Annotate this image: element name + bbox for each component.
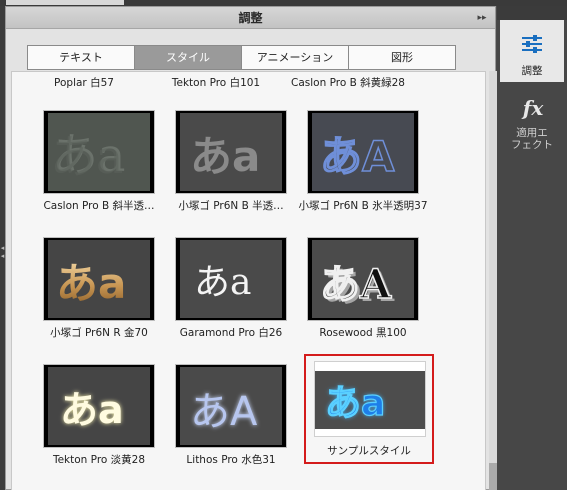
applied-effects-button[interactable]: fx 適用エ フェクト [500, 90, 564, 160]
tab-style[interactable]: スタイル [135, 46, 242, 69]
scrollbar-thumb[interactable] [489, 463, 497, 490]
style-thumbnail: あa あa [43, 364, 155, 448]
style-item-tekton-paleyellow[interactable]: あa あa Tekton Pro 淡黄28 [34, 364, 164, 479]
applied-effects-label-line1: 適用エ [516, 127, 548, 139]
style-item-lithos-lightblue[interactable]: あA あA Lithos Pro 水色31 [166, 364, 296, 479]
style-sample-text: あa [325, 383, 385, 424]
style-sample-text: あA [320, 261, 392, 308]
style-item-caslon-translucent[interactable]: あa あa Caslon Pro B 斜半透… [34, 110, 164, 225]
adjust-tool-label: 調整 [521, 65, 543, 77]
style-item-rosewood-black[interactable]: あA あA Rosewood 黒100 [298, 237, 428, 352]
style-item-label: Rosewood 黒100 [319, 327, 407, 339]
style-thumbnail: あa [43, 237, 155, 321]
tab-animation[interactable]: アニメーション [242, 46, 349, 69]
style-thumbnail: あA [307, 110, 419, 194]
style-sample-text: あA [320, 132, 395, 181]
style-thumbnail: あA あA [175, 364, 287, 448]
style-item-label: 小塚ゴ Pr6N R 金70 [50, 327, 148, 339]
right-toolbar-header [497, 6, 567, 20]
adjust-tool-button[interactable]: 調整 [500, 20, 564, 82]
style-item-label: Lithos Pro 水色31 [186, 454, 276, 466]
tab-bar: テキスト スタイル アニメーション 図形 [27, 45, 456, 70]
top-tab-highlight [6, 0, 124, 5]
panel-title: 調整 [238, 11, 263, 25]
style-thumbnail: あa あa [314, 361, 426, 437]
style-label-poplar: Poplar 白57 [54, 77, 114, 89]
style-item-kozuka-b-ice[interactable]: あA 小塚ゴ Pr6N B 氷半透明37 [298, 110, 428, 225]
tab-text[interactable]: テキスト [28, 46, 135, 69]
style-item-kozuka-r-gold[interactable]: あa 小塚ゴ Pr6N R 金70 [34, 237, 164, 352]
sliders-icon [522, 35, 542, 53]
style-sample-text: あa [194, 262, 251, 303]
style-grid: Poplar 白57 Tekton Pro 白101 Caslon Pro B … [11, 71, 486, 490]
style-item-sample-style-selected[interactable]: あa あa サンプルスタイル [304, 354, 434, 464]
style-sample-text: あA [190, 389, 258, 435]
tab-shape[interactable]: 図形 [349, 46, 455, 69]
style-thumbnail: あa [175, 237, 287, 321]
panel-header: 調整 ▸▸ [6, 7, 495, 29]
style-thumbnail: あA あA [307, 237, 419, 321]
style-sample-text: あa [60, 388, 124, 432]
right-toolbar: 調整 fx 適用エ フェクト [497, 6, 567, 490]
style-item-garamond-white[interactable]: あa Garamond Pro 白26 [166, 237, 296, 352]
style-item-label: 小塚ゴ Pr6N B 半透… [178, 200, 284, 212]
fx-icon: fx [522, 96, 544, 120]
style-thumbnail: あa あa [43, 110, 155, 194]
svg-text:あa: あa [50, 130, 123, 184]
style-item-label: サンプルスタイル [327, 445, 411, 457]
style-sample-text: あa [190, 132, 260, 181]
style-item-label: Tekton Pro 淡黄28 [52, 454, 146, 466]
style-sample-text: あa [56, 259, 126, 308]
style-item-label: Garamond Pro 白26 [179, 327, 283, 339]
adjust-panel: 調整 ▸▸ テキスト スタイル アニメーション 図形 Poplar 白57 Te… [5, 6, 497, 490]
style-label-caslon-yellowgreen: Caslon Pro B 斜黄緑28 [291, 77, 405, 89]
style-thumbnail: あa [175, 110, 287, 194]
style-item-label: Caslon Pro B 斜半透… [43, 200, 155, 212]
style-item-kozuka-b-translucent[interactable]: あa 小塚ゴ Pr6N B 半透… [166, 110, 296, 225]
applied-effects-label-line2: フェクト [511, 139, 553, 151]
vertical-scrollbar[interactable] [489, 71, 497, 490]
panel-expand-icon[interactable]: ▸▸ [475, 11, 489, 25]
style-item-label: 小塚ゴ Pr6N B 氷半透明37 [298, 200, 428, 212]
style-label-tekton-white: Tekton Pro 白101 [171, 77, 261, 89]
